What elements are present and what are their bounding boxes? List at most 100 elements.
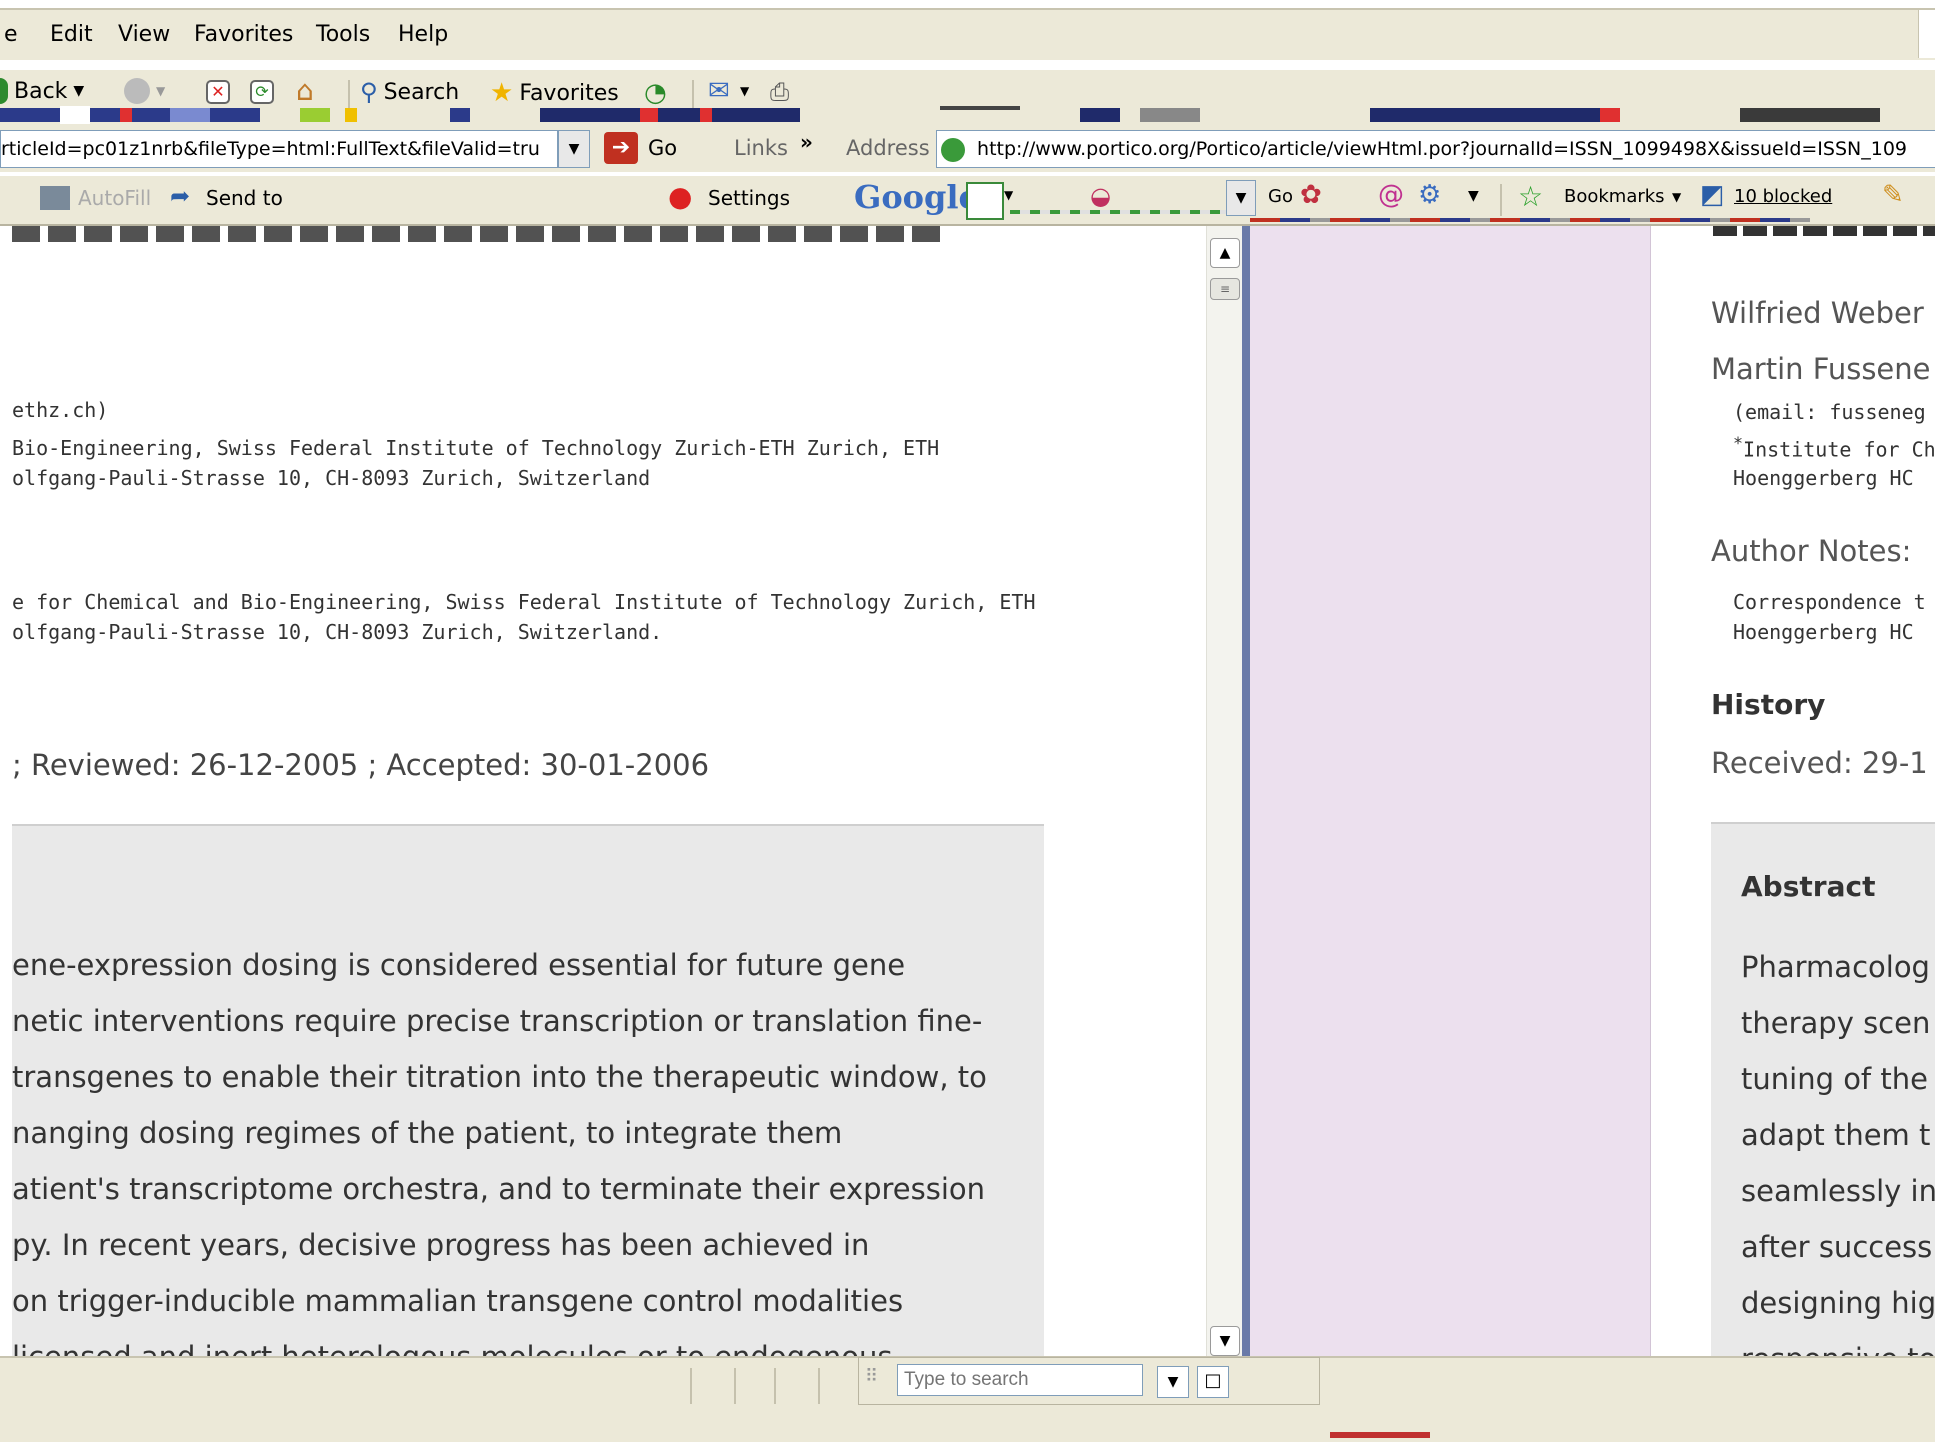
back-label: Back [14, 78, 68, 104]
settings-icon: ● [668, 180, 693, 213]
google-search-icon[interactable] [966, 182, 1004, 220]
menu-file[interactable]: e [4, 22, 18, 47]
autolink-icon[interactable]: ✎ [1882, 180, 1904, 210]
affiliation-line-1: *Institute for Che [1733, 434, 1935, 462]
restore-icon[interactable]: □ [1197, 1366, 1229, 1398]
affiliation-2-line-2: olfgang-Pauli-Strasse 10, CH-8093 Zurich… [12, 620, 663, 644]
abstract-line: responsive to [1741, 1342, 1935, 1356]
menu-favorites[interactable]: Favorites [194, 22, 293, 47]
chevron-down-icon[interactable]: ▼ [1226, 180, 1256, 216]
abstract-line: therapy scen [1741, 1006, 1931, 1040]
abstract-line: on trigger-inducible mammalian transgene… [12, 1284, 904, 1318]
rendering-artifact-strip [0, 106, 1880, 124]
left-url-combo[interactable]: rticleId=pc01z1nrb&fileType=html:FullTex… [0, 130, 558, 168]
dropdown-arrow-icon[interactable]: ▼ [1004, 188, 1013, 202]
history-dates: ; Reviewed: 26-12-2005 ; Accepted: 30-01… [12, 748, 710, 782]
search-button[interactable]: ⚲ Search [360, 78, 459, 106]
address-url-text: http://www.portico.org/Portico/article/v… [977, 138, 1907, 160]
menu-help[interactable]: Help [398, 22, 448, 47]
abstract-line: ene-expression dosing is considered esse… [12, 948, 906, 982]
go-arrow-icon[interactable]: ➔ [604, 132, 638, 164]
status-separator [818, 1368, 820, 1404]
search-input[interactable] [897, 1364, 1143, 1396]
abstract-line: py. In recent years, decisive progress h… [12, 1228, 870, 1262]
chevron-down-icon[interactable]: ▼ [558, 130, 590, 168]
affiliation-line-2: Hoenggerberg HC [1733, 466, 1914, 490]
chevron-right-icon[interactable]: » [800, 130, 813, 154]
affiliation-1-line-2: olfgang-Pauli-Strasse 10, CH-8093 Zurich… [12, 466, 651, 490]
stop-icon[interactable]: ✕ [206, 80, 230, 104]
rendering-artifact [1330, 1432, 1430, 1438]
affiliation-1-line-1: Bio-Engineering, Swiss Federal Institute… [12, 436, 940, 460]
dropdown-arrow-icon[interactable]: ▼ [156, 84, 165, 98]
cut-off-title [12, 226, 942, 242]
author-email: ethz.ch) [12, 398, 109, 422]
abstract-line: adapt them t [1741, 1118, 1931, 1152]
google-go-button[interactable]: Go [1268, 186, 1293, 207]
dropdown-arrow-icon[interactable]: ▼ [1468, 188, 1479, 204]
chevron-down-icon[interactable]: ▼ [1157, 1366, 1189, 1398]
abstract-line: transgenes to enable their titration int… [12, 1060, 987, 1094]
affiliation-2-line-1: e for Chemical and Bio-Engineering, Swis… [12, 590, 1036, 614]
refresh-icon[interactable]: ⟳ [250, 80, 274, 104]
history-heading: History [1711, 688, 1826, 721]
notes-line-2: Hoenggerberg HC [1733, 620, 1914, 644]
mail-icon[interactable]: ✉ [708, 76, 730, 106]
abstract-line: Pharmacolog [1741, 950, 1930, 984]
search-icon: ⚲ [360, 78, 378, 106]
author-notes-heading: Author Notes: [1711, 534, 1912, 568]
left-article-frame: ethz.ch) Bio-Engineering, Swiss Federal … [12, 226, 1206, 1356]
rendering-artifact [1010, 210, 1230, 214]
settings-button[interactable]: Settings [708, 186, 790, 210]
received-date: Received: 29-1 [1711, 746, 1928, 780]
autofill-button[interactable]: AutoFill [78, 186, 151, 210]
frame-divider[interactable] [1242, 226, 1250, 1356]
status-separator [774, 1368, 776, 1404]
toolbar-separator [1500, 184, 1502, 216]
scroll-up-icon[interactable]: ▲ [1210, 238, 1240, 268]
go-button[interactable]: Go [648, 136, 677, 160]
abstract-line: atient's transcriptome orchestra, and to… [12, 1172, 986, 1206]
page-icon [941, 137, 965, 162]
links-button[interactable]: Links [734, 136, 788, 160]
print-icon[interactable]: ⎙ [770, 78, 789, 106]
status-separator [734, 1368, 736, 1404]
abstract-line: netic interventions require precise tran… [12, 1004, 983, 1038]
dropdown-arrow-icon[interactable]: ▼ [740, 84, 749, 98]
abstract-box: Abstract Pharmacolog therapy scen tuning… [1711, 822, 1935, 1356]
back-button[interactable]: Back ▼ [0, 78, 84, 104]
google-logo: Google [854, 178, 979, 216]
status-separator [690, 1368, 692, 1404]
pagerank-icon[interactable]: ✿ [1300, 180, 1322, 210]
popup-blocked-button[interactable]: 10 blocked [1734, 186, 1832, 207]
abstract-line: nanging dosing regimes of the patient, t… [12, 1116, 843, 1150]
dropdown-arrow-icon[interactable]: ▼ [73, 83, 84, 99]
abstract-line: licensed and inert heterologous molecule… [12, 1340, 892, 1356]
highlight-icon: ◒ [1090, 182, 1111, 210]
find-toolbar: ⠿ ▼ □ [858, 1357, 1320, 1405]
options-icon[interactable]: ⚙ [1418, 180, 1441, 210]
abstract-line: after success [1741, 1230, 1933, 1264]
forward-button[interactable]: ▼ [124, 78, 165, 104]
abstract-line: tuning of the [1741, 1062, 1928, 1096]
address-label: Address [846, 136, 930, 160]
send-to-icon: ➦ [170, 182, 191, 210]
home-icon[interactable]: ⌂ [296, 74, 314, 107]
send-to-button[interactable]: Send to [206, 186, 283, 210]
menu-tools[interactable]: Tools [316, 22, 370, 47]
bookmarks-button[interactable]: Bookmarks [1564, 186, 1665, 207]
rendering-artifact [1250, 218, 1810, 222]
address-input[interactable]: http://www.portico.org/Portico/article/v… [936, 130, 1935, 168]
scroll-down-icon[interactable]: ▼ [1210, 1326, 1240, 1356]
spell-icon[interactable]: @ [1378, 180, 1404, 210]
cut-off-title [1713, 226, 1935, 236]
menu-view[interactable]: View [118, 22, 170, 47]
left-frame-scrollbar[interactable]: ▲ ≡ ▼ [1206, 226, 1243, 1356]
sidebar-frame [1250, 226, 1651, 1356]
author-name: Wilfried Weber [1711, 296, 1924, 330]
left-url-text: rticleId=pc01z1nrb&fileType=html:FullTex… [1, 138, 540, 160]
dropdown-arrow-icon[interactable]: ▼ [1672, 190, 1681, 204]
scroll-thumb[interactable]: ≡ [1210, 278, 1240, 300]
menu-edit[interactable]: Edit [50, 22, 93, 47]
notes-line-1: Correspondence t [1733, 590, 1926, 614]
